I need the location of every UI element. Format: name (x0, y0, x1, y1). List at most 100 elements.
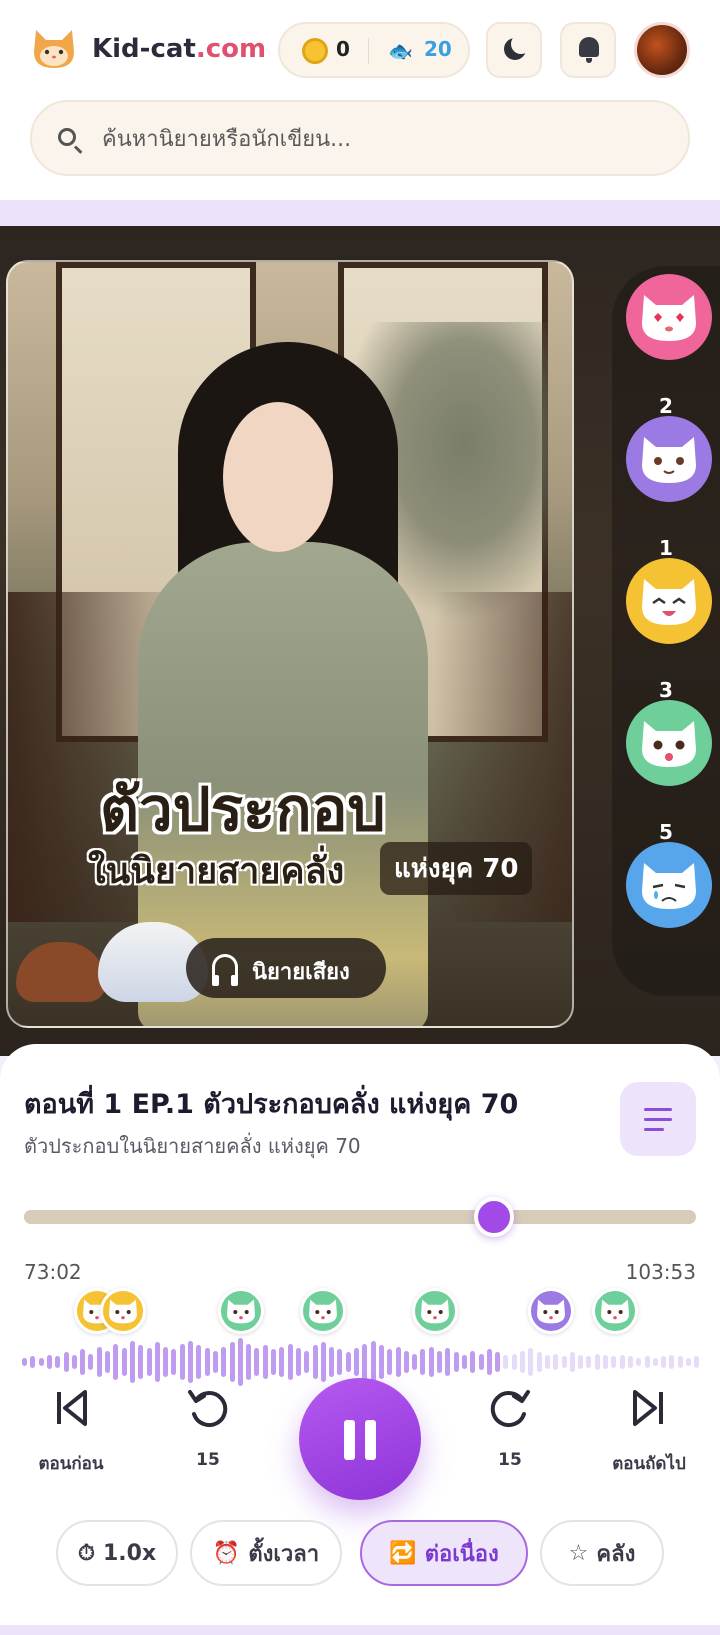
cat-logo-icon (34, 30, 74, 68)
forward-label: 15 (498, 1450, 522, 1470)
reaction-laughing[interactable] (626, 558, 712, 644)
waveform-bar (520, 1350, 525, 1374)
waveform-bar (71, 1355, 77, 1369)
surprised-cat-marker[interactable] (412, 1288, 458, 1334)
waveform-bar (486, 1349, 492, 1375)
waveform-bar (46, 1355, 52, 1369)
waveform-bar (304, 1350, 310, 1374)
waveform-bar (221, 1346, 227, 1378)
happy-tears-cat-icon (642, 437, 696, 483)
cover-artwork[interactable]: ตัวประกอบ ในนิยายสายคลั่ง แห่งยุค 70 นิย… (6, 260, 574, 1028)
coin-icon (302, 38, 328, 64)
teapot-illustration (16, 942, 106, 1002)
continuous-play-chip[interactable]: 🔁 ต่อเนื่อง (360, 1520, 528, 1586)
waveform-bar (22, 1357, 27, 1367)
menu-icon-line (644, 1118, 672, 1121)
waveform-bar (611, 1356, 617, 1368)
happy-tears-cat-marker[interactable] (528, 1288, 574, 1334)
waveform-bar (88, 1353, 94, 1371)
waveform-bar (354, 1348, 359, 1376)
cover-stage: ตัวประกอบ ในนิยายสายคลั่ง แห่งยุค 70 นิย… (0, 226, 720, 1056)
waveform-bar (171, 1349, 177, 1375)
waveform-bar (320, 1342, 326, 1382)
waveform-bar (495, 1352, 501, 1372)
crying-cat-icon (642, 863, 696, 909)
site-logo[interactable]: Kid-cat.com (30, 26, 266, 72)
waveform-bar (279, 1346, 285, 1378)
waveform-bar (30, 1356, 36, 1368)
waveform-bar (237, 1338, 243, 1386)
progress-knob[interactable] (474, 1197, 515, 1237)
waveform-bar (569, 1352, 575, 1372)
waveform-bar (262, 1345, 268, 1379)
reaction-heart-eyes[interactable] (626, 274, 712, 360)
headphone-icon (212, 954, 238, 986)
speed-label: 1.0x (103, 1540, 157, 1566)
bottom-strip (0, 1625, 720, 1635)
episode-list-button[interactable] (620, 1082, 696, 1156)
cover-subtitle: ในนิยายสายคลั่ง (88, 851, 345, 892)
waveform-bar (553, 1353, 559, 1371)
waveform-bar (445, 1348, 451, 1376)
waveform-bar (212, 1350, 218, 1374)
surprised-cat-marker[interactable] (218, 1288, 264, 1334)
search-bar (30, 100, 690, 176)
user-avatar[interactable] (634, 22, 690, 78)
pause-button[interactable] (299, 1378, 421, 1500)
search-input[interactable] (102, 120, 662, 158)
waveform-bar (80, 1349, 86, 1375)
episode-subtitle: ตัวประกอบในนิยายสายคลั่ง แห่งยุค 70 (24, 1134, 361, 1158)
waveform-bar (362, 1343, 368, 1381)
cover-subtitle-tag: แห่งยุค 70 (380, 842, 533, 895)
logo-domain: .com (195, 34, 267, 64)
library-chip[interactable]: ☆ คลัง (540, 1520, 664, 1586)
notifications-button[interactable] (560, 22, 616, 78)
waveform-bar (652, 1357, 658, 1367)
next-episode-button[interactable]: ตอนถัดไป (594, 1384, 704, 1477)
rewind-15-button[interactable]: 15 (153, 1384, 263, 1470)
previous-episode-button[interactable]: ตอนก่อน (16, 1384, 126, 1477)
fish-icon: 🐟 (388, 39, 413, 63)
waveform-bar (146, 1348, 152, 1376)
waveform-bar (644, 1356, 650, 1368)
pause-icon (344, 1420, 355, 1460)
surprised-cat-icon (642, 721, 696, 767)
reaction-count: 5 (659, 820, 673, 844)
fast-forward-icon (490, 1390, 530, 1428)
waveform-bar (105, 1350, 110, 1374)
waveform-bar (179, 1343, 185, 1381)
stopwatch-icon: ⏱ (77, 1540, 95, 1566)
laughing-cat-marker[interactable] (100, 1288, 146, 1334)
sleep-timer-label: ตั้งเวลา (248, 1541, 320, 1567)
rewind-label: 15 (196, 1450, 220, 1470)
waveform-bar (113, 1343, 119, 1381)
cat-icon (421, 1299, 449, 1324)
speed-chip[interactable]: ⏱ 1.0x (56, 1520, 178, 1586)
episode-title: ตอนที่ 1 EP.1 ตัวประกอบคลั่ง แห่งยุค 70 (24, 1089, 519, 1120)
menu-icon-line (644, 1128, 664, 1131)
waveform-bar (196, 1345, 202, 1379)
waveform-bar (412, 1353, 418, 1371)
reaction-surprised[interactable] (626, 700, 712, 786)
coin-count: 0 (336, 37, 350, 61)
reaction-count: 2 (659, 394, 673, 418)
wallet-balance[interactable]: 0 🐟 20 (278, 22, 470, 78)
continuous-play-label: ต่อเนื่อง (424, 1541, 499, 1567)
sleep-timer-chip[interactable]: ⏰ ตั้งเวลา (190, 1520, 342, 1586)
waveform-bar (677, 1356, 683, 1368)
surprised-cat-marker[interactable] (592, 1288, 638, 1334)
waveform-bar (528, 1348, 534, 1376)
forward-15-button[interactable]: 15 (455, 1384, 565, 1470)
dark-mode-button[interactable] (486, 22, 542, 78)
library-label: คลัง (596, 1541, 636, 1567)
progress-bar[interactable] (24, 1197, 696, 1237)
waveform-bar (437, 1350, 442, 1374)
waveform-bar (694, 1356, 700, 1368)
waveform-bar (163, 1346, 169, 1378)
reaction-happy-tears[interactable] (626, 416, 712, 502)
surprised-cat-marker[interactable] (300, 1288, 346, 1334)
waveform-bar (387, 1349, 393, 1375)
reaction-crying[interactable] (626, 842, 712, 928)
waveform-bar (619, 1355, 625, 1369)
waveform-bar (246, 1343, 252, 1381)
